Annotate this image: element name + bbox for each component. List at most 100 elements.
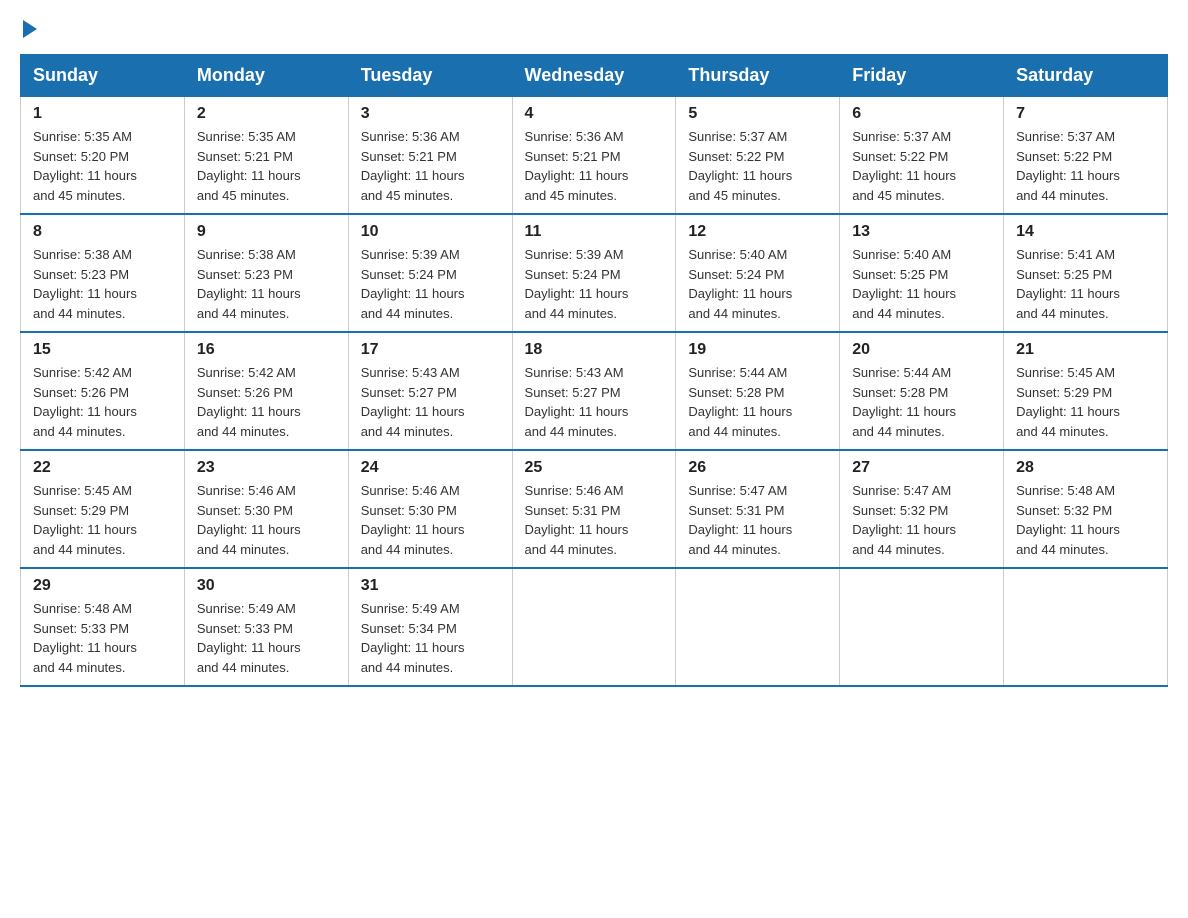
day-info: Sunrise: 5:40 AMSunset: 5:25 PMDaylight:… bbox=[852, 245, 991, 323]
table-row: 24Sunrise: 5:46 AMSunset: 5:30 PMDayligh… bbox=[348, 450, 512, 568]
day-info: Sunrise: 5:35 AMSunset: 5:21 PMDaylight:… bbox=[197, 127, 336, 205]
table-row: 22 Sunrise: 5:45 AMSunset: 5:29 PMDayligh… bbox=[21, 450, 185, 568]
logo-arrow-icon bbox=[23, 20, 37, 38]
day-number: 15 bbox=[33, 341, 172, 359]
page-header bbox=[20, 20, 1168, 34]
day-info: Sunrise: 5:37 AMSunset: 5:22 PMDaylight:… bbox=[688, 127, 827, 205]
calendar-week-row: 22 Sunrise: 5:45 AMSunset: 5:29 PMDayligh… bbox=[21, 450, 1168, 568]
day-number: 1 bbox=[33, 105, 172, 123]
table-row: 17Sunrise: 5:43 AMSunset: 5:27 PMDayligh… bbox=[348, 332, 512, 450]
day-number: 2 bbox=[197, 105, 336, 123]
table-row bbox=[512, 568, 676, 686]
table-row: 30 Sunrise: 5:49 AMSunset: 5:33 PMDayligh… bbox=[184, 568, 348, 686]
day-info: Sunrise: 5:47 AMSunset: 5:31 PMDaylight:… bbox=[688, 481, 827, 559]
day-number: 4 bbox=[525, 105, 664, 123]
day-number: 22 bbox=[33, 459, 172, 477]
day-number: 3 bbox=[361, 105, 500, 123]
day-number: 21 bbox=[1016, 341, 1155, 359]
table-row: 29 Sunrise: 5:48 AMSunset: 5:33 PMDayligh… bbox=[21, 568, 185, 686]
table-row: 7 Sunrise: 5:37 AMSunset: 5:22 PMDaylight… bbox=[1004, 97, 1168, 215]
table-row: 2 Sunrise: 5:35 AMSunset: 5:21 PMDaylight… bbox=[184, 97, 348, 215]
table-row: 4 Sunrise: 5:36 AMSunset: 5:21 PMDaylight… bbox=[512, 97, 676, 215]
table-row: 28Sunrise: 5:48 AMSunset: 5:32 PMDayligh… bbox=[1004, 450, 1168, 568]
day-info: Sunrise: 5:37 AMSunset: 5:22 PMDaylight:… bbox=[852, 127, 991, 205]
day-info: Sunrise: 5:36 AMSunset: 5:21 PMDaylight:… bbox=[361, 127, 500, 205]
header-monday: Monday bbox=[184, 55, 348, 97]
table-row: 25Sunrise: 5:46 AMSunset: 5:31 PMDayligh… bbox=[512, 450, 676, 568]
day-number: 12 bbox=[688, 223, 827, 241]
day-info: Sunrise: 5:49 AMSunset: 5:33 PMDaylight:… bbox=[197, 599, 336, 677]
day-info: Sunrise: 5:37 AMSunset: 5:22 PMDaylight:… bbox=[1016, 127, 1155, 205]
day-number: 23 bbox=[197, 459, 336, 477]
header-sunday: Sunday bbox=[21, 55, 185, 97]
header-wednesday: Wednesday bbox=[512, 55, 676, 97]
day-number: 20 bbox=[852, 341, 991, 359]
day-number: 7 bbox=[1016, 105, 1155, 123]
header-friday: Friday bbox=[840, 55, 1004, 97]
calendar-week-row: 29 Sunrise: 5:48 AMSunset: 5:33 PMDayligh… bbox=[21, 568, 1168, 686]
day-info: Sunrise: 5:45 AMSunset: 5:29 PMDaylight:… bbox=[33, 481, 172, 559]
table-row: 5 Sunrise: 5:37 AMSunset: 5:22 PMDaylight… bbox=[676, 97, 840, 215]
table-row: 21 Sunrise: 5:45 AMSunset: 5:29 PMDayligh… bbox=[1004, 332, 1168, 450]
table-row: 31 Sunrise: 5:49 AMSunset: 5:34 PMDayligh… bbox=[348, 568, 512, 686]
table-row: 20 Sunrise: 5:44 AMSunset: 5:28 PMDayligh… bbox=[840, 332, 1004, 450]
table-row: 6Sunrise: 5:37 AMSunset: 5:22 PMDaylight… bbox=[840, 97, 1004, 215]
day-number: 13 bbox=[852, 223, 991, 241]
calendar-table: Sunday Monday Tuesday Wednesday Thursday… bbox=[20, 54, 1168, 687]
day-info: Sunrise: 5:49 AMSunset: 5:34 PMDaylight:… bbox=[361, 599, 500, 677]
day-info: Sunrise: 5:45 AMSunset: 5:29 PMDaylight:… bbox=[1016, 363, 1155, 441]
day-info: Sunrise: 5:46 AMSunset: 5:30 PMDaylight:… bbox=[197, 481, 336, 559]
day-number: 9 bbox=[197, 223, 336, 241]
table-row: 1 Sunrise: 5:35 AMSunset: 5:20 PMDaylight… bbox=[21, 97, 185, 215]
day-number: 5 bbox=[688, 105, 827, 123]
day-number: 24 bbox=[361, 459, 500, 477]
day-info: Sunrise: 5:39 AMSunset: 5:24 PMDaylight:… bbox=[525, 245, 664, 323]
table-row: 3 Sunrise: 5:36 AMSunset: 5:21 PMDaylight… bbox=[348, 97, 512, 215]
table-row: 19Sunrise: 5:44 AMSunset: 5:28 PMDayligh… bbox=[676, 332, 840, 450]
header-row: Sunday Monday Tuesday Wednesday Thursday… bbox=[21, 55, 1168, 97]
calendar-week-row: 1 Sunrise: 5:35 AMSunset: 5:20 PMDaylight… bbox=[21, 97, 1168, 215]
day-number: 30 bbox=[197, 577, 336, 595]
header-thursday: Thursday bbox=[676, 55, 840, 97]
table-row: 11 Sunrise: 5:39 AMSunset: 5:24 PMDayligh… bbox=[512, 214, 676, 332]
day-info: Sunrise: 5:38 AMSunset: 5:23 PMDaylight:… bbox=[33, 245, 172, 323]
day-number: 14 bbox=[1016, 223, 1155, 241]
day-info: Sunrise: 5:42 AMSunset: 5:26 PMDaylight:… bbox=[33, 363, 172, 441]
day-info: Sunrise: 5:41 AMSunset: 5:25 PMDaylight:… bbox=[1016, 245, 1155, 323]
table-row: 13 Sunrise: 5:40 AMSunset: 5:25 PMDayligh… bbox=[840, 214, 1004, 332]
table-row: 16 Sunrise: 5:42 AMSunset: 5:26 PMDayligh… bbox=[184, 332, 348, 450]
day-info: Sunrise: 5:39 AMSunset: 5:24 PMDaylight:… bbox=[361, 245, 500, 323]
table-row: 15 Sunrise: 5:42 AMSunset: 5:26 PMDayligh… bbox=[21, 332, 185, 450]
day-number: 16 bbox=[197, 341, 336, 359]
table-row bbox=[676, 568, 840, 686]
day-info: Sunrise: 5:44 AMSunset: 5:28 PMDaylight:… bbox=[852, 363, 991, 441]
table-row bbox=[840, 568, 1004, 686]
table-row: 26 Sunrise: 5:47 AMSunset: 5:31 PMDayligh… bbox=[676, 450, 840, 568]
day-number: 29 bbox=[33, 577, 172, 595]
day-info: Sunrise: 5:36 AMSunset: 5:21 PMDaylight:… bbox=[525, 127, 664, 205]
table-row: 9 Sunrise: 5:38 AMSunset: 5:23 PMDaylight… bbox=[184, 214, 348, 332]
day-info: Sunrise: 5:46 AMSunset: 5:31 PMDaylight:… bbox=[525, 481, 664, 559]
logo bbox=[20, 20, 37, 34]
table-row: 23 Sunrise: 5:46 AMSunset: 5:30 PMDayligh… bbox=[184, 450, 348, 568]
header-saturday: Saturday bbox=[1004, 55, 1168, 97]
day-info: Sunrise: 5:35 AMSunset: 5:20 PMDaylight:… bbox=[33, 127, 172, 205]
day-info: Sunrise: 5:48 AMSunset: 5:33 PMDaylight:… bbox=[33, 599, 172, 677]
logo-general-text bbox=[20, 20, 37, 40]
day-number: 26 bbox=[688, 459, 827, 477]
day-number: 11 bbox=[525, 223, 664, 241]
day-number: 28 bbox=[1016, 459, 1155, 477]
table-row: 8 Sunrise: 5:38 AMSunset: 5:23 PMDaylight… bbox=[21, 214, 185, 332]
table-row: 27Sunrise: 5:47 AMSunset: 5:32 PMDayligh… bbox=[840, 450, 1004, 568]
day-info: Sunrise: 5:38 AMSunset: 5:23 PMDaylight:… bbox=[197, 245, 336, 323]
day-info: Sunrise: 5:43 AMSunset: 5:27 PMDaylight:… bbox=[361, 363, 500, 441]
calendar-week-row: 15 Sunrise: 5:42 AMSunset: 5:26 PMDayligh… bbox=[21, 332, 1168, 450]
day-number: 10 bbox=[361, 223, 500, 241]
day-number: 8 bbox=[33, 223, 172, 241]
day-info: Sunrise: 5:43 AMSunset: 5:27 PMDaylight:… bbox=[525, 363, 664, 441]
day-info: Sunrise: 5:40 AMSunset: 5:24 PMDaylight:… bbox=[688, 245, 827, 323]
header-tuesday: Tuesday bbox=[348, 55, 512, 97]
day-info: Sunrise: 5:42 AMSunset: 5:26 PMDaylight:… bbox=[197, 363, 336, 441]
calendar-week-row: 8 Sunrise: 5:38 AMSunset: 5:23 PMDaylight… bbox=[21, 214, 1168, 332]
day-number: 31 bbox=[361, 577, 500, 595]
